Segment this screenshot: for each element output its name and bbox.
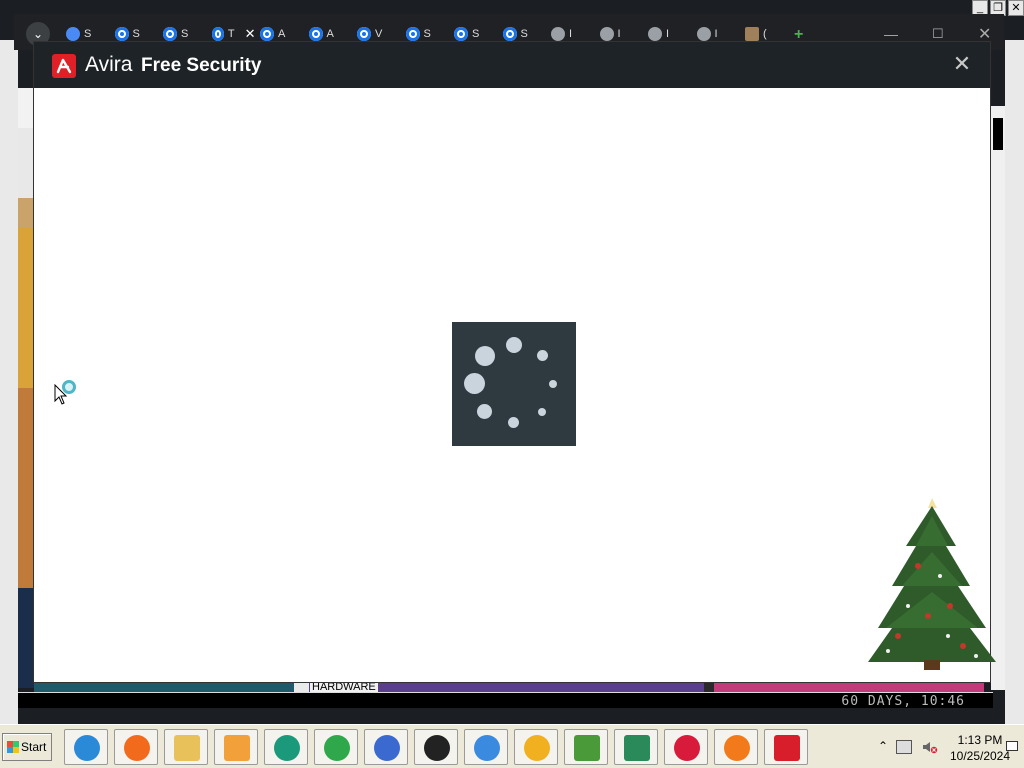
spinner-dot [549, 380, 557, 388]
mouse-cursor-icon [54, 384, 68, 405]
taskbar-app-button[interactable] [564, 729, 608, 765]
loading-spinner [452, 322, 576, 446]
globe-icon [696, 27, 711, 41]
start-button[interactable]: Start [2, 733, 52, 761]
tab-close-icon[interactable]: ✕ [245, 26, 256, 42]
avira-icon [454, 27, 468, 41]
network-icon[interactable] [896, 740, 912, 754]
taskbar-app-button[interactable] [464, 729, 508, 765]
ninja-icon [424, 735, 450, 761]
spinner-dot [464, 373, 485, 394]
system-tray: ⌃ 1:13 PM 10/25/2024 [872, 731, 1022, 763]
internet-explorer-icon [74, 735, 100, 761]
outer-close-button[interactable]: ✕ [1008, 0, 1024, 16]
taskbar-app-button[interactable] [164, 729, 208, 765]
close-icon[interactable]: ✕ [950, 52, 974, 76]
taskbar-app-button[interactable] [514, 729, 558, 765]
chrome-like-icon [524, 735, 550, 761]
taskbar-app-button[interactable] [614, 729, 658, 765]
notification-icon[interactable] [1006, 741, 1018, 751]
background-scrollbar-thumb[interactable] [993, 118, 1003, 150]
browser-tab-label: I [666, 28, 670, 40]
background-window-right-frame [1005, 40, 1024, 724]
globe-icon [599, 27, 614, 41]
browser-tab-label: S [181, 28, 189, 40]
start-label: Start [21, 740, 47, 754]
show-hidden-icons-button[interactable]: ⌃ [878, 739, 888, 753]
target-icon [502, 27, 517, 41]
background-window-left-frame [0, 40, 18, 724]
avira-icon [260, 27, 274, 41]
browser-tab-label: S [472, 28, 480, 40]
taskbar-app-button[interactable] [314, 729, 358, 765]
green-app-icon [324, 735, 350, 761]
browser-tab-label: S [84, 28, 92, 40]
media-player-icon [224, 735, 250, 761]
taskbar-app-button[interactable] [214, 729, 258, 765]
uptime-readout: 60 DAYS, 10:46 [841, 694, 965, 709]
avira-icon [211, 27, 224, 41]
avira-brand-name: Avira [85, 53, 133, 76]
avast-icon [724, 735, 750, 761]
taskbar-app-button[interactable] [714, 729, 758, 765]
avira-icon [774, 735, 800, 761]
browser-tab-label: V [375, 28, 383, 40]
browser-tab-label: S [423, 28, 431, 40]
browser-tab-label: A [326, 28, 334, 40]
firefox-icon [124, 735, 150, 761]
file-explorer-icon [174, 735, 200, 761]
folder-icon [745, 27, 759, 41]
monitor-icon [624, 735, 650, 761]
avira-titlebar: Avira Free Security ✕ [34, 42, 990, 88]
background-horizontal-scrollbar[interactable]: 60 DAYS, 10:46 [18, 692, 993, 709]
browser-tab-label: A [278, 28, 286, 40]
avira-window: Avira Free Security ✕ [34, 42, 990, 682]
globe-icon [648, 27, 662, 41]
background-page-left-edge [18, 88, 34, 688]
browser-tab-label: S [520, 28, 528, 40]
avira-logo-icon [52, 54, 76, 78]
avira-icon [308, 27, 323, 41]
globe-icon [551, 27, 565, 41]
spinner-dot [537, 350, 548, 361]
taskbar-app-button[interactable] [64, 729, 108, 765]
browser-minimize-button[interactable]: — [884, 26, 898, 42]
spinner-dot [508, 417, 519, 428]
browser-tab-label: I [569, 28, 573, 40]
christmas-tree-icon [868, 498, 996, 670]
clock-date[interactable]: 10/25/2024 [948, 749, 1012, 763]
taskbar: Start ⌃ 1:13 PM 10/25/2024 [0, 724, 1024, 768]
avira-icon [405, 27, 420, 41]
browser-tab-label: I [714, 28, 718, 40]
taskbar-app-button[interactable] [414, 729, 458, 765]
taskbar-app-button[interactable] [364, 729, 408, 765]
browser-close-button[interactable]: ✕ [978, 24, 991, 44]
spinner-dot [475, 346, 495, 366]
blue-browser-icon [474, 735, 500, 761]
avg-icon [574, 735, 600, 761]
browser-maximize-button[interactable]: ☐ [932, 26, 944, 42]
browser-tab-label: S [132, 28, 140, 40]
browser-tab-label: I [617, 28, 621, 40]
browser-tab-label: T [227, 28, 235, 40]
avira-icon [114, 27, 129, 41]
taskbar-app-button[interactable] [264, 729, 308, 765]
windows-flag-icon [7, 741, 19, 753]
network-icon [374, 735, 400, 761]
browser-tab-label: ( [763, 28, 767, 40]
spinner-dot [538, 408, 546, 416]
taskbar-app-button[interactable] [114, 729, 158, 765]
spinner-dot [506, 337, 522, 353]
clock-time[interactable]: 1:13 PM [952, 733, 1008, 747]
taskbar-app-button[interactable] [764, 729, 808, 765]
avira-icon [357, 27, 371, 41]
taskbar-app-button[interactable] [664, 729, 708, 765]
avira-icon [163, 27, 177, 41]
chat-icon [274, 735, 300, 761]
opera-icon [674, 735, 700, 761]
spinner-dot [477, 404, 492, 419]
gear-icon [66, 27, 80, 41]
volume-muted-icon[interactable] [922, 740, 938, 754]
avira-product-name: Free Security [141, 55, 262, 76]
